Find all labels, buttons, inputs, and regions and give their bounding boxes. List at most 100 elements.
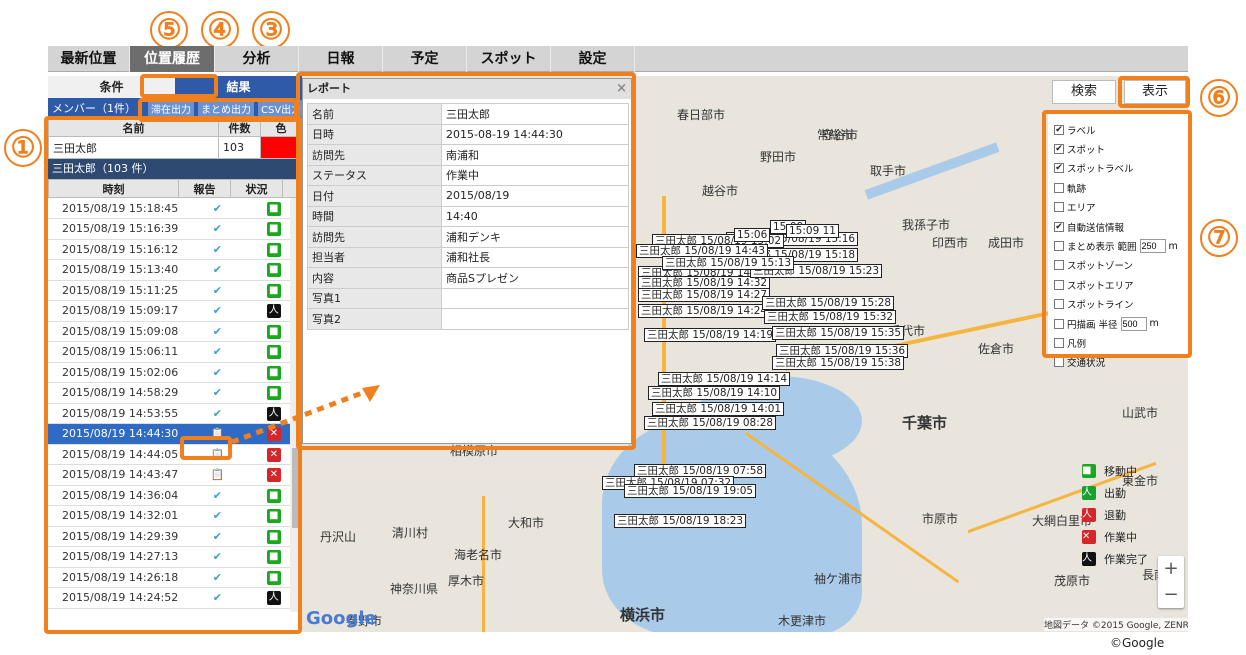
report-cell[interactable]: ✔ bbox=[189, 526, 246, 547]
checkbox[interactable]: ✔ bbox=[1054, 124, 1064, 135]
close-icon[interactable]: × bbox=[616, 79, 627, 99]
option-value-input[interactable] bbox=[1120, 316, 1147, 331]
checkbox[interactable] bbox=[1054, 279, 1064, 290]
option-item[interactable]: ✔ スポット bbox=[1054, 139, 1188, 158]
history-row[interactable]: 2015/08/19 15:06:11 ✔ ■ bbox=[48, 341, 302, 363]
report-cell[interactable]: ✔ bbox=[189, 259, 246, 281]
map-marker-label[interactable]: 三田太郎 15/08/19 15:32 bbox=[764, 310, 897, 324]
history-row[interactable]: 2015/08/19 15:11:25 ✔ ■ bbox=[48, 280, 302, 301]
option-item[interactable]: まとめ表示範囲 m bbox=[1054, 236, 1188, 255]
report-cell[interactable]: ✔ bbox=[189, 587, 246, 609]
history-row[interactable]: 2015/08/19 14:29:39 ✔ ■ bbox=[48, 526, 302, 547]
report-cell[interactable]: ✔ bbox=[189, 341, 246, 363]
search-button[interactable]: 検索 bbox=[1052, 80, 1116, 104]
report-cell[interactable]: ✔ bbox=[189, 280, 246, 301]
report-cell[interactable]: 📋 bbox=[189, 423, 246, 445]
report-cell[interactable]: ✔ bbox=[189, 300, 246, 322]
option-item[interactable]: ✔ スポットラベル bbox=[1054, 159, 1188, 178]
report-doc-icon[interactable]: 📋 bbox=[210, 448, 224, 461]
report-cell[interactable]: ✔ bbox=[189, 546, 246, 568]
map-marker-label[interactable]: 三田太郎 15/08/19 14:10 bbox=[648, 386, 781, 400]
checkbox[interactable]: ✔ bbox=[1054, 221, 1064, 232]
checkbox[interactable] bbox=[1054, 202, 1064, 213]
checkbox[interactable] bbox=[1054, 182, 1064, 193]
member-row[interactable]: 三田太郎 103 bbox=[48, 136, 302, 159]
zoom-out-button[interactable]: − bbox=[1158, 582, 1184, 608]
option-item[interactable]: スポットエリア bbox=[1054, 275, 1188, 294]
report-cell[interactable]: 📋 bbox=[189, 444, 246, 465]
report-cell[interactable]: ✔ bbox=[189, 362, 246, 383]
history-row[interactable]: 2015/08/19 14:24:52 ✔ 人 bbox=[48, 587, 302, 609]
map-marker-label[interactable]: 三田太郎 15/08/19 14:01 bbox=[652, 402, 785, 416]
history-scrollbar[interactable] bbox=[290, 198, 300, 612]
history-row[interactable]: 2015/08/19 15:09:08 ✔ ■ bbox=[48, 321, 302, 342]
report-cell[interactable]: ✔ bbox=[189, 485, 246, 506]
option-item[interactable]: スポットライン bbox=[1054, 295, 1188, 314]
report-cell[interactable]: ✔ bbox=[189, 218, 246, 240]
nav-schedule[interactable]: 予定 bbox=[383, 46, 467, 72]
report-cell[interactable]: 📋 bbox=[189, 464, 246, 486]
history-row[interactable]: 2015/08/19 15:13:40 ✔ ■ bbox=[48, 259, 302, 281]
checkbox[interactable] bbox=[1054, 357, 1064, 368]
tab-results[interactable]: 結果 bbox=[175, 76, 302, 98]
map-marker-label[interactable]: 三田太郎 15/08/19 15:35 bbox=[772, 326, 905, 340]
history-row[interactable]: 2015/08/19 15:16:12 ✔ ■ bbox=[48, 239, 302, 260]
map-marker-label[interactable]: 三田太郎 15/08/19 19:05 bbox=[624, 484, 757, 498]
nav-settings[interactable]: 設定 bbox=[551, 46, 635, 72]
stay-output-button[interactable]: 滞在出力 bbox=[148, 99, 194, 117]
history-row[interactable]: 2015/08/19 15:18:45 ✔ ■ bbox=[48, 198, 302, 219]
report-cell[interactable]: ✔ bbox=[189, 505, 246, 527]
report-cell[interactable]: ✔ bbox=[189, 567, 246, 588]
show-button[interactable]: 表示 bbox=[1124, 80, 1186, 104]
history-row[interactable]: 2015/08/19 14:43:47 📋 ✕ bbox=[48, 464, 302, 486]
history-row[interactable]: 2015/08/19 14:26:18 ✔ ■ bbox=[48, 567, 302, 588]
option-item[interactable]: 交通状況 bbox=[1054, 353, 1188, 372]
nav-position-history[interactable]: 位置履歴 bbox=[130, 46, 215, 72]
map-marker-label[interactable]: 三田太郎 15/08/19 15:13 bbox=[662, 256, 795, 270]
option-value-input[interactable] bbox=[1139, 239, 1166, 254]
history-row[interactable]: 2015/08/19 15:09:17 ✔ 人 bbox=[48, 300, 302, 322]
report-cell[interactable]: ✔ bbox=[189, 403, 246, 424]
checkbox[interactable]: ✔ bbox=[1054, 163, 1064, 174]
map-marker-label[interactable]: 三田太郎 15/08/19 14:19 bbox=[644, 328, 777, 342]
checkbox[interactable] bbox=[1054, 318, 1064, 329]
map-marker-label[interactable]: 三田太郎 15/08/19 15:38 bbox=[772, 356, 905, 370]
map-marker-label[interactable]: 三田太郎 15/08/19 14:24 bbox=[638, 304, 771, 318]
report-cell[interactable]: ✔ bbox=[189, 198, 246, 219]
map-marker-label[interactable]: 15:06 bbox=[734, 228, 771, 242]
history-row[interactable]: 2015/08/19 15:16:39 ✔ ■ bbox=[48, 218, 302, 240]
nav-latest-position[interactable]: 最新位置 bbox=[48, 46, 130, 72]
history-row[interactable]: 2015/08/19 14:32:01 ✔ ■ bbox=[48, 505, 302, 527]
history-row[interactable]: 2015/08/19 14:53:55 ✔ 人 bbox=[48, 403, 302, 424]
history-list[interactable]: 2015/08/19 15:18:45 ✔ ■ 2015/08/19 15:16:39… bbox=[48, 198, 302, 612]
map-marker-label[interactable]: 三田太郎 15/08/19 14:14 bbox=[658, 372, 791, 386]
history-row[interactable]: 2015/08/19 14:44:05 📋 ✕ bbox=[48, 444, 302, 465]
checkbox[interactable] bbox=[1054, 260, 1064, 271]
map-marker-label[interactable]: 三田太郎 15/08/19 08:28 bbox=[644, 416, 777, 430]
history-row[interactable]: 2015/08/19 14:27:13 ✔ ■ bbox=[48, 546, 302, 568]
map-marker-label[interactable]: 三田太郎 15/08/19 18:23 bbox=[614, 514, 747, 528]
checkbox[interactable] bbox=[1054, 299, 1064, 310]
option-item[interactable]: エリア bbox=[1054, 198, 1188, 217]
history-row[interactable]: 2015/08/19 14:44:30 📋 ✕ bbox=[48, 423, 302, 445]
summary-output-button[interactable]: まとめ出力 bbox=[198, 99, 254, 117]
tab-conditions[interactable]: 条件 bbox=[48, 76, 175, 98]
map-marker-label[interactable]: 15:09 11 bbox=[786, 224, 839, 238]
nav-daily-report[interactable]: 日報 bbox=[299, 46, 383, 72]
map-marker-label[interactable]: 三田太郎 15/08/19 15:28 bbox=[762, 296, 895, 310]
report-doc-icon[interactable]: 📋 bbox=[210, 468, 224, 481]
map-marker-label[interactable]: 三田太郎 15/08/19 14:27 bbox=[638, 288, 771, 302]
scrollbar-thumb[interactable] bbox=[292, 448, 298, 528]
option-item[interactable]: 円描画半径 m bbox=[1054, 314, 1188, 333]
option-item[interactable]: ✔ ラベル bbox=[1054, 120, 1188, 139]
checkbox[interactable] bbox=[1054, 241, 1064, 252]
option-item[interactable]: ✔ 自動送信情報 bbox=[1054, 217, 1188, 236]
nav-analysis[interactable]: 分析 bbox=[215, 46, 299, 72]
csv-output-button[interactable]: CSV出力 bbox=[258, 99, 305, 117]
checkbox[interactable] bbox=[1054, 337, 1064, 348]
report-cell[interactable]: ✔ bbox=[189, 239, 246, 260]
option-item[interactable]: 軌跡 bbox=[1054, 178, 1188, 197]
history-row[interactable]: 2015/08/19 14:58:29 ✔ ■ bbox=[48, 382, 302, 404]
checkbox[interactable]: ✔ bbox=[1054, 144, 1064, 155]
option-item[interactable]: 凡例 bbox=[1054, 333, 1188, 352]
